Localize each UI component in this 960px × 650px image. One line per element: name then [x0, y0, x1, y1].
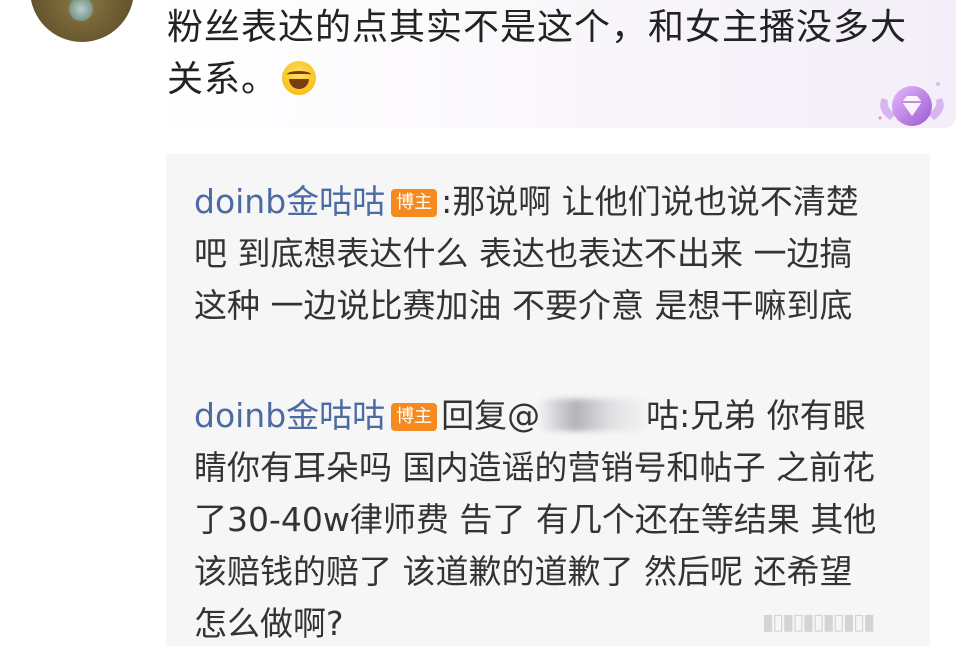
- reply-item: doinb金咕咕 博主:那说啊 让他们说也说不清楚吧 到底想表达什么 表达也表达不…: [194, 176, 884, 332]
- reply-username[interactable]: doinb金咕咕: [194, 396, 385, 435]
- blurred-mention[interactable]: [540, 399, 647, 431]
- diamond-badge-icon: [878, 82, 944, 126]
- reply-username[interactable]: doinb金咕咕: [194, 182, 385, 221]
- watermark: ▮▯▮▯▮▯▮▯▮▯▮: [762, 610, 875, 635]
- author-tag: 博主: [391, 403, 438, 431]
- avatar-ornament: [68, 0, 94, 22]
- laughing-tears-emoji-icon: [282, 61, 317, 95]
- reply-prefix: 回复@: [441, 396, 541, 435]
- avatar[interactable]: [30, 0, 134, 42]
- author-tag: 博主: [391, 189, 438, 217]
- mention-suffix: 咕: [646, 396, 680, 435]
- comment-text: 粉丝表达的点其实不是这个，和女主播没多大关系。: [167, 2, 907, 106]
- comment-body: 粉丝表达的点其实不是这个，和女主播没多大关系。: [167, 7, 908, 100]
